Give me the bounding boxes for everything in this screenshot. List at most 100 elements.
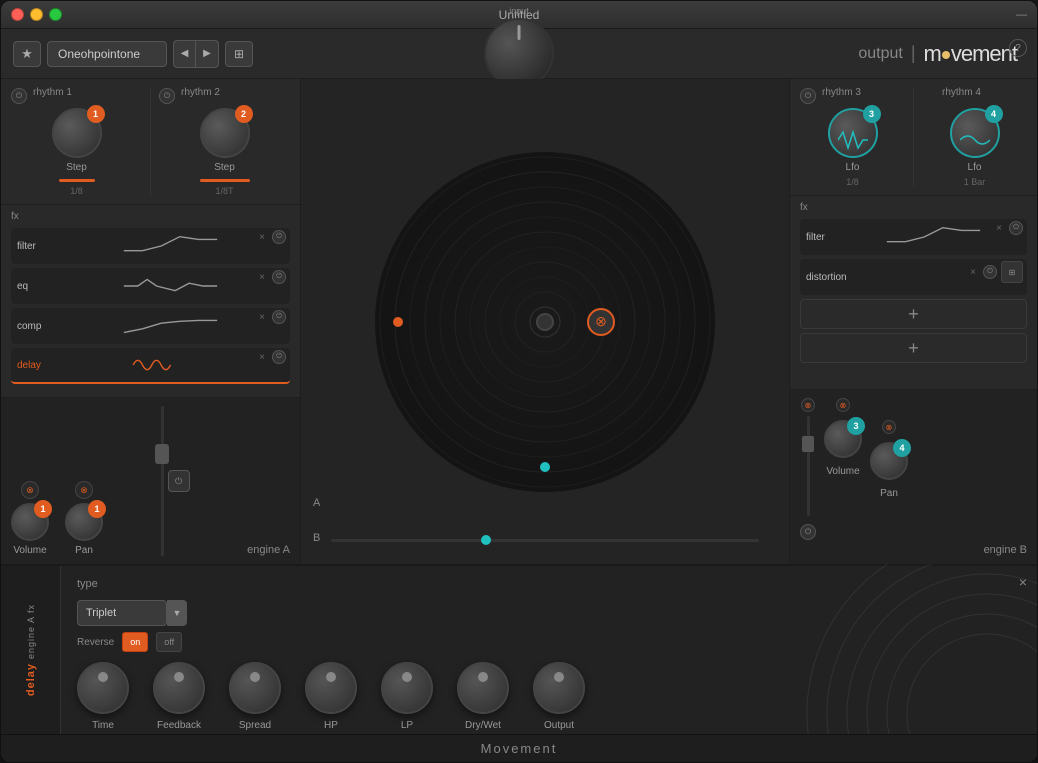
- preset-name[interactable]: Oneohpointone: [47, 41, 167, 67]
- fx-filter-close[interactable]: ×: [256, 232, 268, 243]
- drywet-knob[interactable]: [457, 662, 509, 714]
- lp-knob-indicator: [402, 672, 412, 682]
- volume-label: Volume: [13, 545, 46, 556]
- bottom-controls: type Triplet ▼ Reverse on: [61, 566, 1037, 734]
- maximize-button[interactable]: [49, 8, 62, 21]
- rhythm1-power[interactable]: ⏻: [11, 88, 27, 104]
- save-button[interactable]: ⊞: [225, 41, 253, 67]
- fx-eq-power[interactable]: ⏻: [272, 270, 286, 284]
- fx-comp-close[interactable]: ×: [256, 312, 268, 323]
- window-controls: [11, 8, 62, 21]
- type-value: Triplet: [86, 607, 116, 619]
- pan-lock-icon[interactable]: ⊗: [75, 481, 93, 499]
- rhythm1-bar: [59, 179, 95, 182]
- fx-row-delay[interactable]: × ⏻ delay: [11, 348, 290, 384]
- volume-b-knob[interactable]: 3: [824, 420, 862, 458]
- add-fx-button-2[interactable]: +: [800, 333, 1027, 363]
- reverse-label: Reverse: [77, 637, 114, 648]
- fx-filter-power[interactable]: ⏻: [272, 230, 286, 244]
- spread-knob[interactable]: [229, 662, 281, 714]
- engine-a-power[interactable]: ⏻: [168, 470, 190, 492]
- rhythm-divider: [150, 87, 151, 196]
- input-knob[interactable]: [484, 18, 554, 88]
- crosshair-b-icon[interactable]: ⊗: [801, 398, 815, 412]
- type-select[interactable]: Triplet: [77, 600, 167, 626]
- add-fx-button-1[interactable]: +: [800, 299, 1027, 329]
- rhythm3-knob-container: 3 Lfo 1/8: [800, 108, 905, 187]
- fx-row-distortion-right[interactable]: × ⏻ ⊞ distortion: [800, 259, 1027, 295]
- reverse-off-button[interactable]: off: [156, 632, 182, 652]
- fx-label-right: fx: [800, 202, 1027, 213]
- fx-delay-curve: [57, 351, 284, 379]
- next-preset-button[interactable]: ▶: [196, 41, 218, 67]
- engine-b-power[interactable]: ⏻: [800, 524, 816, 540]
- hp-label: HP: [324, 720, 338, 731]
- fx-filter-right-power[interactable]: ⏻: [1009, 221, 1023, 235]
- arrow-icon: ▼: [173, 608, 182, 618]
- grid-icon: ⊞: [1009, 268, 1016, 277]
- fx-eq-close[interactable]: ×: [256, 272, 268, 283]
- vinyl-svg: [375, 152, 715, 492]
- lp-knob[interactable]: [381, 662, 433, 714]
- fx-delay-power[interactable]: ⏻: [272, 350, 286, 364]
- time-knob[interactable]: [77, 662, 129, 714]
- rhythm4-block: rhythm 4 4 Lfo 1 Bar: [922, 87, 1027, 187]
- save-icon: ⊞: [234, 47, 244, 61]
- volume-lock-icon[interactable]: ⊗: [21, 481, 39, 499]
- volume-knob[interactable]: 1: [11, 503, 49, 541]
- rhythm1-knob[interactable]: 1: [52, 108, 102, 158]
- fx-distortion-close[interactable]: ×: [967, 267, 979, 278]
- rhythm4-knob[interactable]: 4: [950, 108, 1000, 158]
- output-logo: output: [858, 45, 902, 63]
- horizontal-fader-thumb[interactable]: [481, 535, 491, 545]
- rhythm-section-right: ⏻ rhythm 3 3 Lfo 1/8: [790, 79, 1037, 196]
- fx-row-filter[interactable]: × ⏻ filter: [11, 228, 290, 264]
- pan-b-lock[interactable]: ⊗: [882, 420, 896, 434]
- hp-knob[interactable]: [305, 662, 357, 714]
- minimize-button[interactable]: [30, 8, 43, 21]
- rhythm4-label: rhythm 4: [942, 87, 981, 98]
- main-content: ⏻ rhythm 1 1 Step 1/8: [1, 79, 1037, 564]
- rhythm2-knob[interactable]: 2: [200, 108, 250, 158]
- volume-b-lock[interactable]: ⊗: [836, 398, 850, 412]
- bottom-panel-close[interactable]: ×: [1019, 574, 1027, 590]
- lfo-wave-4: [960, 130, 990, 150]
- rhythm2-bar: [200, 179, 250, 182]
- pan-b-knob[interactable]: 4: [870, 442, 908, 480]
- vinyl-disc[interactable]: ⊗: [375, 152, 715, 492]
- rhythm4-number: 4: [985, 105, 1003, 123]
- pan-knob[interactable]: 1: [65, 503, 103, 541]
- close-icon: ×: [1019, 574, 1027, 590]
- rhythm3-power[interactable]: ⏻: [800, 88, 816, 104]
- close-button[interactable]: [11, 8, 24, 21]
- help-icon: ?: [1015, 43, 1021, 54]
- distortion-extra-btn[interactable]: ⊞: [1001, 261, 1023, 283]
- reverse-on-button[interactable]: on: [122, 632, 148, 652]
- rhythm2-power[interactable]: ⏻: [159, 88, 175, 104]
- vinyl-crosshair[interactable]: ⊗: [587, 308, 615, 336]
- engine-b-fader[interactable]: [802, 436, 814, 452]
- rhythm3-knob[interactable]: 3: [828, 108, 878, 158]
- favorite-button[interactable]: ★: [13, 41, 41, 67]
- help-button[interactable]: ?: [1009, 39, 1027, 57]
- output-knob[interactable]: [533, 662, 585, 714]
- fx-filter-right-close[interactable]: ×: [993, 223, 1005, 234]
- type-arrow-button[interactable]: ▼: [167, 600, 187, 626]
- drywet-knob-item: Dry/Wet: [457, 662, 509, 731]
- type-section: type Triplet ▼ Reverse on: [77, 578, 207, 652]
- bottom-panel: × engine A fx delay type Triplet ▼: [1, 564, 1037, 734]
- prev-preset-button[interactable]: ◀: [174, 41, 196, 67]
- fx-row-comp[interactable]: × ⏻ comp: [11, 308, 290, 344]
- fx-delay-close[interactable]: ×: [256, 352, 268, 363]
- fx-comp-name: comp: [17, 321, 57, 332]
- fx-filter-name: filter: [17, 241, 57, 252]
- center-area: ⊗ A B: [301, 79, 789, 564]
- fx-distortion-power[interactable]: ⏻: [983, 265, 997, 279]
- fx-comp-power[interactable]: ⏻: [272, 310, 286, 324]
- fx-row-filter-right[interactable]: × ⏻ filter: [800, 219, 1027, 255]
- fx-row-eq[interactable]: × ⏻ eq: [11, 268, 290, 304]
- rhythm3-number: 3: [863, 105, 881, 123]
- feedback-knob[interactable]: [153, 662, 205, 714]
- fader-thumb[interactable]: [155, 444, 169, 464]
- left-panel: ⏻ rhythm 1 1 Step 1/8: [1, 79, 301, 564]
